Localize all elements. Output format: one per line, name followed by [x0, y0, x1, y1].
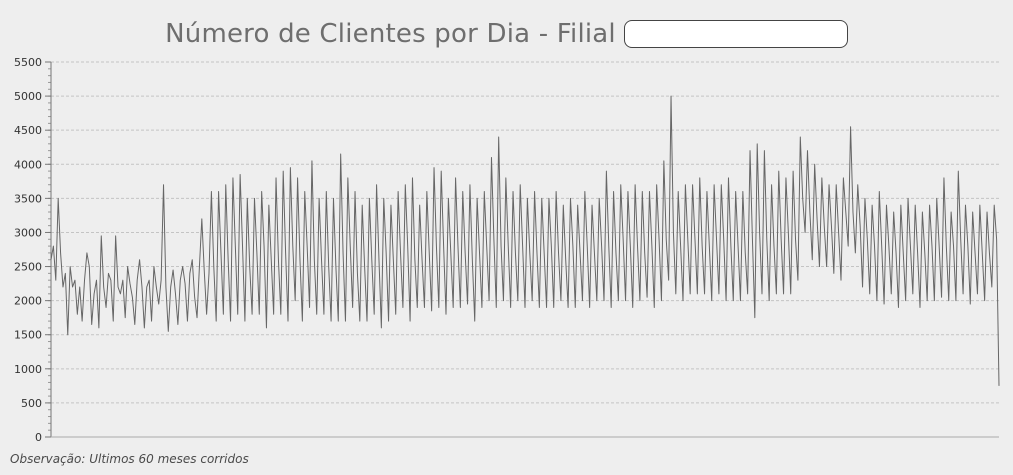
- line-chart: 0 500 1000 1500 2000 2500 3000 3500 4000 4500 5000…: [14, 56, 1000, 444]
- y-tick-label: 5500: [14, 56, 42, 69]
- y-tick-label: 1000: [14, 363, 42, 376]
- y-tick-label: 4000: [14, 158, 42, 171]
- y-tick-label: 0: [35, 431, 42, 444]
- y-tick-label: 1500: [14, 329, 42, 342]
- series-line: [50, 95, 1000, 386]
- y-tick-label: 4500: [14, 124, 42, 137]
- y-tick-label: 500: [21, 397, 42, 410]
- y-tick-label: 5000: [14, 90, 42, 103]
- y-tick-label: 3000: [14, 226, 42, 239]
- y-tick-label: 2500: [14, 261, 42, 274]
- y-tick-label: 2000: [14, 295, 42, 308]
- y-tick-label: 3500: [14, 192, 42, 205]
- observation-note: Observação: Ultimos 60 meses corridos: [10, 452, 249, 466]
